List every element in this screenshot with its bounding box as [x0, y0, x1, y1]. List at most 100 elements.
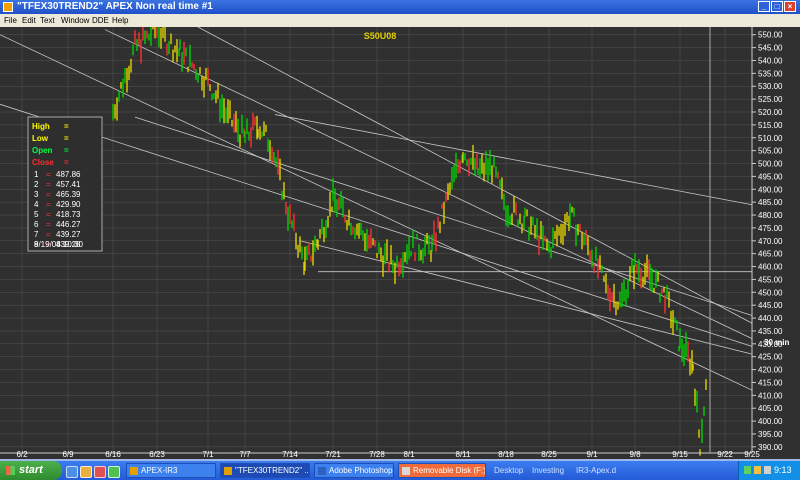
apex-icon — [224, 467, 232, 475]
start-label: start — [19, 464, 43, 476]
y-tick-label: 550.00 — [758, 31, 783, 40]
price-chart[interactable]: 390.00 395.00 400.00 405.00 410.00 415.00 420.… — [0, 27, 800, 459]
media-icon[interactable] — [94, 466, 106, 478]
chart-grid — [0, 27, 753, 453]
close-button[interactable]: × — [784, 1, 796, 12]
y-tick-label: 505.00 — [758, 147, 783, 156]
y-tick-label: 440.00 — [758, 314, 783, 323]
window-titlebar[interactable]: "TFEX30TREND2" APEX Non real time #1 _ □… — [0, 0, 800, 14]
info-line-value: 429.90 — [56, 200, 81, 209]
info-line-number: 6 — [34, 220, 39, 229]
chart-symbol: S50U08 — [364, 31, 397, 41]
x-tick-label: 6/16 — [105, 450, 121, 459]
taskbar-item-photoshop[interactable]: Adobe Photoshop — [314, 463, 394, 478]
info-line-value: 457.41 — [56, 180, 81, 189]
y-tick-label: 515.00 — [758, 121, 783, 130]
info-line-number: 1 — [34, 170, 39, 179]
info-line-number: 7 — [34, 230, 39, 239]
x-tick-label: 9/1 — [586, 450, 598, 459]
window-title: "TFEX30TREND2" APEX Non real time #1 — [17, 1, 213, 12]
info-label: High — [32, 122, 50, 131]
info-timestamp: 9/19/08 10:30 — [34, 240, 83, 249]
taskbar-clock: 9:13 — [774, 465, 792, 475]
taskbar-item-removable-disk[interactable]: Removable Disk (F:) — [398, 463, 486, 478]
x-tick-label: 7/7 — [239, 450, 251, 459]
y-tick-label: 470.00 — [758, 237, 783, 246]
maximize-button[interactable]: □ — [771, 1, 783, 12]
apex-icon — [130, 467, 138, 475]
x-tick-label: 6/9 — [62, 450, 74, 459]
info-value: = — [64, 158, 69, 167]
info-label: Close — [32, 158, 54, 167]
y-tick-label: 545.00 — [758, 44, 783, 53]
info-line-eq: = — [46, 180, 51, 189]
x-tick-label: 7/21 — [325, 450, 341, 459]
x-tick-label: 7/28 — [369, 450, 385, 459]
x-tick-label: 9/8 — [629, 450, 641, 459]
y-tick-label: 480.00 — [758, 211, 783, 220]
menu-window[interactable]: Window — [61, 16, 89, 25]
x-tick-label: 8/11 — [456, 450, 472, 459]
toolbar-investing[interactable]: Investing — [532, 466, 564, 475]
info-box: High =Low =Open =Close =1 = 487.862 = 457.413 = 46… — [27, 116, 103, 252]
info-line-eq: = — [46, 170, 51, 179]
speaker-icon[interactable] — [754, 466, 761, 474]
ie-icon[interactable] — [66, 466, 78, 478]
toolbar-ir3-apex[interactable]: IR3-Apex.d — [576, 466, 616, 475]
y-axis: 390.00 395.00 400.00 405.00 410.00 415.00 420.… — [751, 27, 783, 453]
x-tick-label: 7/1 — [202, 450, 214, 459]
x-tick-label: 8/18 — [498, 450, 514, 459]
y-tick-label: 395.00 — [758, 430, 783, 439]
safely-remove-icon[interactable] — [764, 466, 771, 474]
info-line-value: 487.86 — [56, 170, 81, 179]
menu-file[interactable]: File — [4, 16, 17, 25]
minimize-button[interactable]: _ — [758, 1, 770, 12]
menu-text[interactable]: Text — [40, 16, 55, 25]
info-value: = — [64, 146, 69, 155]
menu-edit[interactable]: Edit — [22, 16, 36, 25]
y-tick-label: 490.00 — [758, 185, 783, 194]
start-button[interactable]: start — [0, 461, 62, 480]
y-tick-label: 510.00 — [758, 134, 783, 143]
info-line-eq: = — [46, 230, 51, 239]
info-line-eq: = — [46, 190, 51, 199]
info-value: = — [64, 122, 69, 131]
menu-bar: File Edit Text Window DDE Help — [0, 14, 800, 27]
taskbar-item-tfex30trend2[interactable]: "TFEX30TREND2" ... — [220, 463, 310, 478]
folder-icon[interactable] — [80, 466, 92, 478]
apex-app-icon — [3, 2, 13, 12]
menu-help[interactable]: Help — [112, 16, 128, 25]
y-tick-label: 540.00 — [758, 56, 783, 65]
info-line-number: 3 — [34, 190, 39, 199]
x-tick-label: 6/23 — [149, 450, 165, 459]
x-tick-label: 8/25 — [541, 450, 557, 459]
info-line-number: 5 — [34, 210, 39, 219]
info-line-value: 446.27 — [56, 220, 81, 229]
network-icon[interactable] — [744, 466, 751, 474]
info-value: = — [64, 134, 69, 143]
x-tick-label: 8/1 — [403, 450, 415, 459]
chart-area[interactable]: 390.00 395.00 400.00 405.00 410.00 415.00 420.… — [0, 27, 800, 459]
info-line-number: 2 — [34, 180, 39, 189]
toolbar-desktop[interactable]: Desktop — [494, 466, 523, 475]
x-tick-label: 6/2 — [16, 450, 28, 459]
menu-dde[interactable]: DDE — [92, 16, 109, 25]
y-tick-label: 410.00 — [758, 391, 783, 400]
y-tick-label: 450.00 — [758, 288, 783, 297]
price-bars — [112, 27, 707, 456]
taskbar: start APEX-IR3 "TFEX30TREND2" ... Adobe … — [0, 461, 800, 480]
x-tick-label: 7/14 — [282, 450, 298, 459]
x-tick-label: 9/22 — [717, 450, 733, 459]
y-tick-label: 485.00 — [758, 198, 783, 207]
y-tick-label: 500.00 — [758, 160, 783, 169]
desktop-icon[interactable] — [108, 466, 120, 478]
y-tick-label: 535.00 — [758, 69, 783, 78]
y-tick-label: 420.00 — [758, 366, 783, 375]
y-tick-label: 525.00 — [758, 95, 783, 104]
info-line-eq: = — [46, 220, 51, 229]
y-tick-label: 390.00 — [758, 443, 783, 452]
y-tick-label: 475.00 — [758, 224, 783, 233]
taskbar-item-apex-ir3[interactable]: APEX-IR3 — [126, 463, 216, 478]
y-tick-label: 455.00 — [758, 275, 783, 284]
trend-line — [274, 114, 753, 206]
